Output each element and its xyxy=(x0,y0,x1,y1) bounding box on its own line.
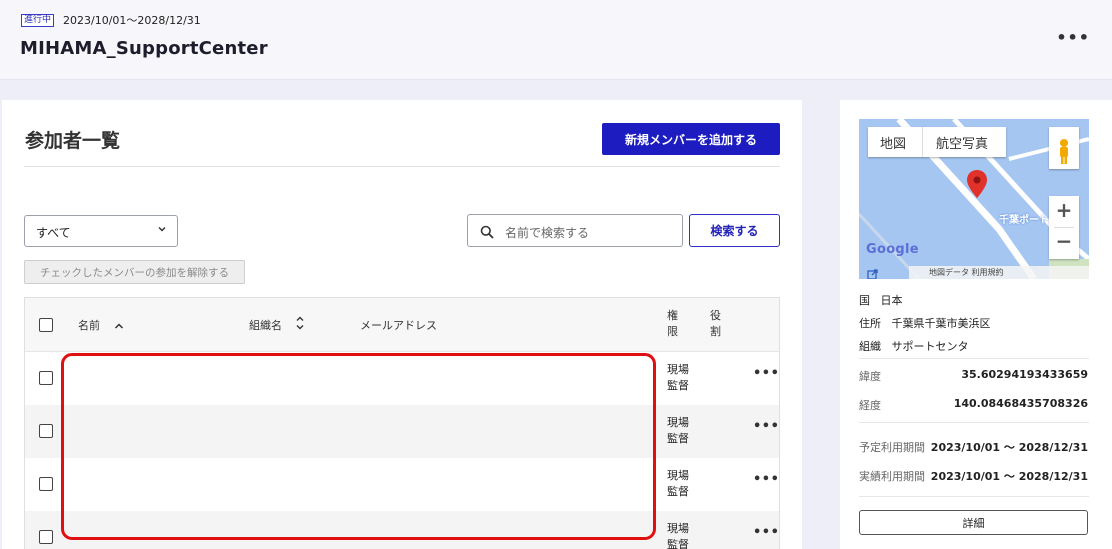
column-email[interactable]: メールアドレス xyxy=(360,317,437,333)
search-placeholder: 名前で検索する xyxy=(505,226,590,240)
latitude-label: 緯度 xyxy=(859,370,881,383)
row-role-line2: 監督 xyxy=(667,432,689,445)
search-icon xyxy=(480,224,494,239)
map-attribution: 地図データ 利用規約 xyxy=(909,266,1089,279)
search-input[interactable]: 名前で検索する xyxy=(467,214,683,247)
highlight-frame xyxy=(61,353,656,540)
row-role-line1: 現場 xyxy=(667,416,689,429)
map-place-label: 千葉ポート xyxy=(999,215,1049,226)
row-more-icon[interactable]: ••• xyxy=(753,419,779,434)
planned-period-value: 2023/10/01 ～ 2028/12/31 xyxy=(930,441,1088,454)
zoom-divider xyxy=(1054,227,1074,228)
release-members-button[interactable]: チェックしたメンバーの参加を解除する xyxy=(24,260,245,284)
zoom-out-button[interactable]: − xyxy=(1049,229,1079,253)
project-period: 2023/10/01〜2028/12/31 xyxy=(63,14,201,27)
country-label: 国 xyxy=(859,294,870,307)
divider xyxy=(859,496,1089,497)
row-role-line2: 監督 xyxy=(667,538,689,549)
search-button[interactable]: 検索する xyxy=(689,214,780,247)
tab-satellite[interactable]: 航空写真 xyxy=(936,133,988,152)
row-checkbox[interactable] xyxy=(39,477,53,491)
column-organization[interactable]: 組織名 xyxy=(249,317,282,333)
row-role: 現場 監督 xyxy=(667,521,689,549)
sort-asc-icon[interactable] xyxy=(113,317,125,336)
row-role: 現場 監督 xyxy=(667,468,689,500)
address-label: 住所 xyxy=(859,317,881,330)
column-name[interactable]: 名前 xyxy=(78,317,100,333)
project-header: 進行中 2023/10/01〜2028/12/31 MIHAMA_Support… xyxy=(0,0,1112,80)
row-role-line1: 現場 xyxy=(667,469,689,482)
external-link-icon[interactable] xyxy=(867,265,878,279)
location-panel: 地図 航空写真 千葉ポート + − Google 地図データ 利用規約 国 日本… xyxy=(840,100,1112,549)
organization-row: 組織 サポートセンタ xyxy=(859,338,969,354)
row-checkbox[interactable] xyxy=(39,424,53,438)
pegman-icon[interactable] xyxy=(1049,127,1079,169)
row-role-line1: 現場 xyxy=(667,363,689,376)
organization-value: サポートセンタ xyxy=(891,340,969,353)
divider xyxy=(859,358,1089,359)
row-role: 現場 監督 xyxy=(667,362,689,394)
row-more-icon[interactable]: ••• xyxy=(753,525,779,540)
column-role-line2: 割 xyxy=(710,325,721,338)
row-role-line2: 監督 xyxy=(667,485,689,498)
country-row: 国 日本 xyxy=(859,292,903,308)
status-badge: 進行中 xyxy=(21,14,55,27)
planned-period-label: 予定利用期間 xyxy=(859,441,925,454)
row-checkbox[interactable] xyxy=(39,371,53,385)
divider xyxy=(24,166,780,167)
address-row: 住所 千葉県千葉市美浜区 xyxy=(859,315,991,331)
chevron-down-icon xyxy=(157,224,167,237)
actual-period-value: 2023/10/01 ～ 2028/12/31 xyxy=(930,470,1088,483)
page-title: 参加者一覧 xyxy=(25,130,121,152)
more-options-icon[interactable]: ••• xyxy=(1056,28,1090,47)
organization-label: 組織 xyxy=(859,340,881,353)
toggle-divider xyxy=(922,127,923,157)
map-type-toggle: 地図 航空写真 xyxy=(868,127,1006,157)
add-member-button[interactable]: 新規メンバーを追加する xyxy=(602,123,780,155)
divider xyxy=(859,422,1089,423)
row-role-line1: 現場 xyxy=(667,522,689,535)
column-authority-line1: 権 xyxy=(667,309,678,322)
address-value: 千葉県千葉市美浜区 xyxy=(891,317,991,330)
row-checkbox[interactable] xyxy=(39,530,53,544)
longitude-value: 140.08468435708326 xyxy=(953,397,1088,410)
select-all-checkbox[interactable] xyxy=(39,318,53,332)
table-header: 名前 組織名 メールアドレス 権 限 役 割 xyxy=(25,298,779,352)
column-role: 役 割 xyxy=(710,308,721,340)
row-more-icon[interactable]: ••• xyxy=(753,472,779,487)
row-role: 現場 監督 xyxy=(667,415,689,447)
filter-value: すべて xyxy=(36,226,71,240)
row-role-line2: 監督 xyxy=(667,379,689,392)
zoom-controls: + − xyxy=(1049,196,1079,259)
tab-map[interactable]: 地図 xyxy=(880,133,906,152)
column-authority: 権 限 xyxy=(667,308,678,340)
column-authority-line2: 限 xyxy=(667,325,678,338)
map-view[interactable]: 地図 航空写真 千葉ポート + − Google 地図データ 利用規約 xyxy=(859,119,1089,279)
map-attribution-text[interactable]: 地図データ 利用規約 xyxy=(929,267,1004,278)
filter-select[interactable]: すべて xyxy=(24,215,178,247)
column-role-line1: 役 xyxy=(710,309,721,322)
google-logo: Google xyxy=(866,242,919,257)
detail-button[interactable]: 詳細 xyxy=(859,510,1088,535)
zoom-in-button[interactable]: + xyxy=(1049,198,1079,222)
project-title: MIHAMA_SupportCenter xyxy=(20,38,268,59)
country-value: 日本 xyxy=(880,294,903,307)
actual-period-label: 実績利用期間 xyxy=(859,470,925,483)
map-pin-icon[interactable] xyxy=(966,169,988,203)
row-more-icon[interactable]: ••• xyxy=(753,366,779,381)
latitude-value: 35.60294193433659 xyxy=(961,368,1088,381)
longitude-label: 経度 xyxy=(859,399,881,412)
sort-toggle-icon[interactable] xyxy=(294,314,306,336)
